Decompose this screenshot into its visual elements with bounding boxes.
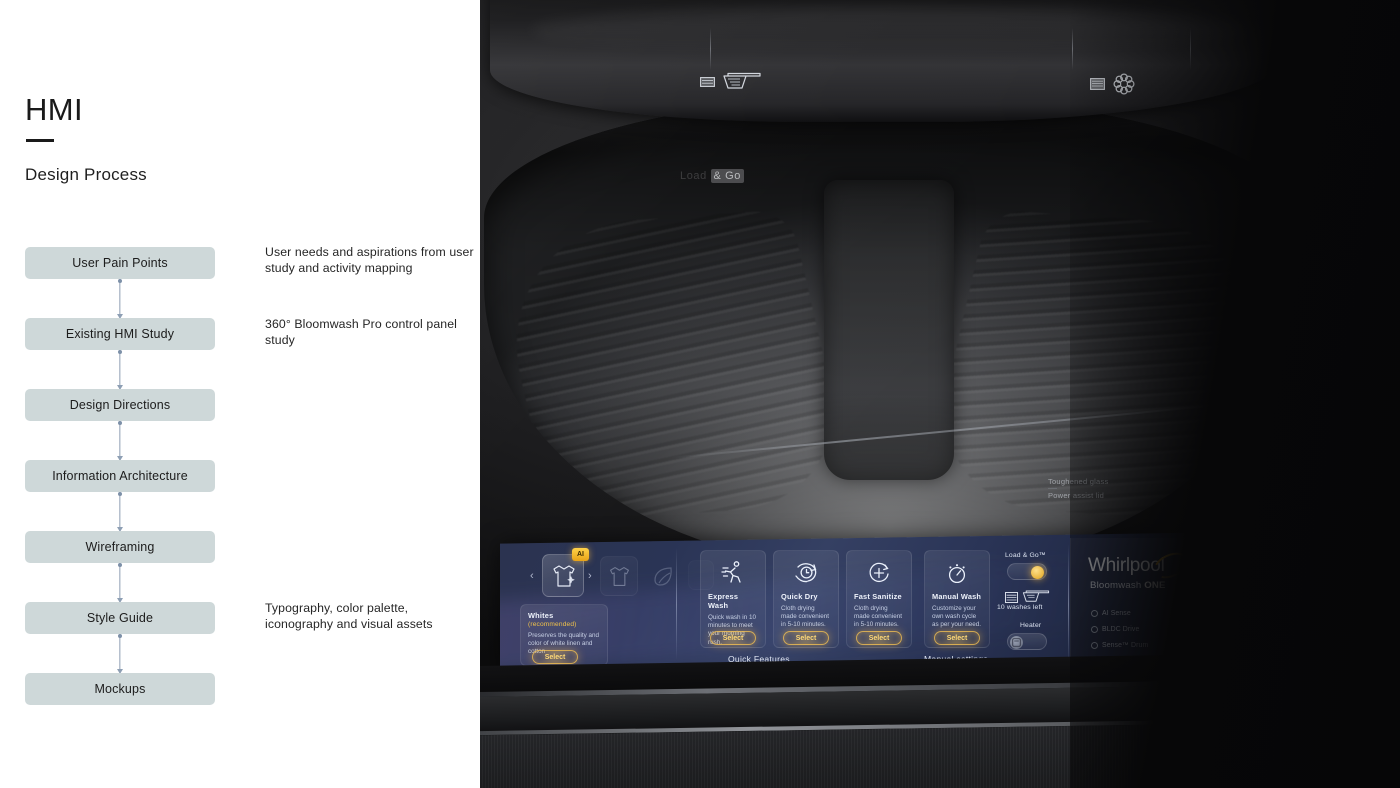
screenshot-root: HMI Design Process User Pain Points Exis… — [0, 0, 1400, 788]
left-content-panel: HMI Design Process User Pain Points Exis… — [0, 0, 480, 788]
panel-separator-1 — [676, 548, 677, 660]
flow-box-mockups[interactable]: Mockups — [25, 673, 215, 705]
express-wash-select-button[interactable]: Select — [710, 631, 756, 645]
flow-connector — [25, 492, 215, 532]
flow-box-wireframing[interactable]: Wireframing — [25, 531, 215, 563]
photo-right-shadow — [1070, 0, 1400, 788]
detergent-bar-small-icon — [1005, 591, 1018, 603]
flow-step: Wireframing — [25, 531, 215, 563]
flow-step: Mockups — [25, 673, 215, 705]
dry-spin-clock-icon — [781, 559, 831, 587]
quick-card-title: Express Wash — [708, 592, 739, 610]
flow-connector — [25, 350, 215, 390]
heater-toggle[interactable] — [1007, 633, 1047, 650]
quick-card-title: Quick Dry — [781, 592, 818, 601]
flow-box-information-architecture[interactable]: Information Architecture — [25, 460, 215, 492]
quick-card-description: Cloth drying made convenient in 5-10 min… — [781, 605, 829, 629]
detergent-scoop-small-icon — [1022, 590, 1050, 602]
cycle-tile-secondary[interactable] — [600, 556, 638, 596]
manual-card-description: Customize your own wash cycle as per you… — [932, 605, 982, 629]
flow-connector — [25, 634, 215, 674]
load-and-go-toggle[interactable] — [1007, 563, 1047, 580]
page-subtitle: Design Process — [25, 165, 147, 184]
running-person-icon — [708, 559, 758, 587]
flow-step: Information Architecture — [25, 460, 215, 492]
flow-connector — [25, 279, 215, 319]
quick-card-description: Cloth drying made convenient in 5-10 min… — [854, 605, 902, 629]
manual-dial-icon — [932, 559, 982, 587]
page-title: HMI — [25, 92, 84, 127]
ai-badge: AI — [572, 548, 589, 561]
annotation-existing-hmi-study: 360° Bloomwash Pro control panel study — [265, 317, 457, 347]
load-and-go-toggle-knob[interactable] — [1031, 565, 1044, 579]
manual-card-title: Manual Wash — [932, 592, 982, 601]
flow-box-design-directions[interactable]: Design Directions — [25, 389, 215, 421]
quick-dry-select-button[interactable]: Select — [783, 631, 829, 645]
flow-box-user-pain-points[interactable]: User Pain Points — [25, 247, 215, 279]
fast-sanitize-select-button[interactable]: Select — [856, 631, 902, 645]
annotation-user-pain-points: User needs and aspirations from user stu… — [265, 245, 474, 275]
sanitize-plus-icon — [854, 559, 904, 587]
manual-wash-select-button[interactable]: Select — [934, 631, 980, 645]
load-and-go-tub-label: Load & Go — [680, 169, 744, 183]
load-and-go-highlight: & Go — [710, 169, 744, 183]
annotation-style-guide: Typography, color palette, iconography a… — [265, 601, 433, 631]
detergent-scoop-icon — [722, 72, 762, 92]
washing-machine-photo: Load & Go Toughened glass Power assist l… — [480, 0, 1400, 788]
load-and-go-label: Load & Go™ — [1005, 552, 1046, 559]
title-divider — [26, 139, 54, 142]
flow-step: Design Directions — [25, 389, 215, 421]
prev-cycle-chevron-icon[interactable]: ‹ — [530, 570, 534, 582]
cycle-card-title: Whites — [528, 611, 554, 620]
flow-connector — [25, 563, 215, 603]
caption-divider — [1048, 488, 1057, 489]
cycle-card-subtitle: (recommended) — [528, 621, 577, 628]
washes-left-label: 10 washes left — [997, 604, 1043, 611]
flow-step: Existing HMI Study — [25, 318, 215, 350]
detergent-bar-icon — [700, 77, 715, 87]
design-process-flowchart: User Pain Points Existing HMI Study Desi… — [25, 247, 215, 705]
cycle-select-button[interactable]: Select — [532, 650, 578, 664]
flow-connector — [25, 421, 215, 461]
heater-label: Heater — [1020, 622, 1042, 629]
quick-card-title: Fast Sanitize — [854, 592, 902, 601]
lid-divider-left — [710, 28, 711, 70]
detergent-level-icon-group — [1005, 590, 1050, 604]
detergent-dispenser-group[interactable] — [700, 72, 762, 92]
cycle-tile-eco[interactable] — [646, 558, 680, 594]
next-cycle-chevron-icon[interactable]: › — [588, 570, 592, 582]
heater-toggle-knob[interactable] — [1010, 635, 1023, 649]
flow-box-style-guide[interactable]: Style Guide — [25, 602, 215, 634]
panel-separator-2 — [1068, 544, 1069, 666]
flow-step: User Pain Points — [25, 247, 215, 279]
flow-step: Style Guide — [25, 602, 215, 634]
flow-box-existing-hmi-study[interactable]: Existing HMI Study — [25, 318, 215, 350]
